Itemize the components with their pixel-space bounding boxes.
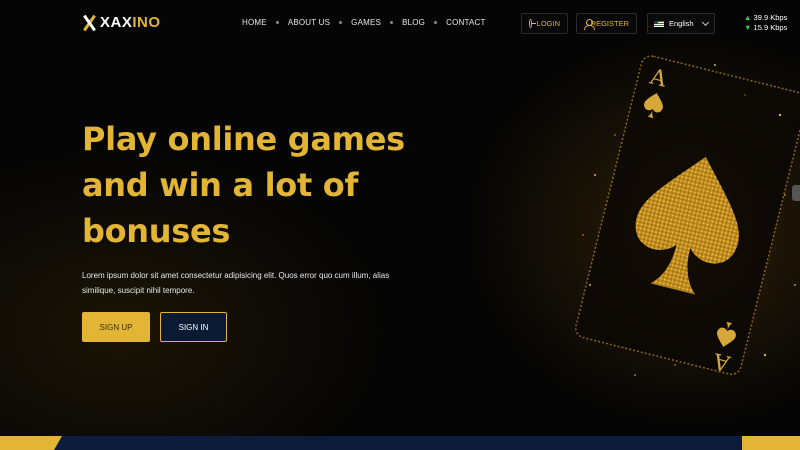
site-logo[interactable]: XAXINO	[82, 14, 161, 31]
network-speed-widget: ▲ 39.9 Kbps ▼ 15.9 Kbps	[744, 13, 787, 33]
upload-speed-value: 39.9 Kbps	[753, 13, 788, 22]
nav-item-home[interactable]: HOME	[242, 18, 267, 27]
download-speed-value: 15.9 Kbps	[753, 23, 788, 32]
logo-text-white: XAX	[100, 14, 133, 31]
nav-separator-dot	[434, 21, 438, 24]
nav-item-about-us[interactable]: ABOUT US	[288, 18, 330, 27]
band-left-gold	[0, 436, 62, 450]
band-center-navy	[54, 436, 750, 450]
language-select[interactable]: English	[647, 13, 715, 34]
sign-in-button[interactable]: SIGN IN	[160, 312, 227, 342]
upload-speed: ▲ 39.9 Kbps	[744, 13, 787, 23]
language-selected: English	[669, 19, 694, 28]
nav-item-games[interactable]: GAMES	[351, 18, 381, 27]
site-header: XAXINO HOME ABOUT US GAMES BLOG CONTACT …	[0, 0, 800, 48]
logo-x-icon	[82, 15, 96, 31]
logo-text: XAXINO	[100, 14, 161, 31]
bottom-section-band	[0, 436, 800, 450]
login-label: LOGIN	[536, 19, 560, 28]
logo-text-gold: INO	[132, 14, 161, 31]
login-button[interactable]: LOGIN	[521, 13, 568, 34]
band-right-gold	[742, 436, 800, 450]
upload-arrow-icon: ▲	[744, 13, 752, 22]
nav-item-blog[interactable]: BLOG	[402, 18, 425, 27]
download-arrow-icon: ▼	[744, 23, 752, 32]
login-icon	[529, 19, 536, 28]
sign-up-button[interactable]: SIGN UP	[82, 312, 150, 342]
download-speed: ▼ 15.9 Kbps	[744, 23, 787, 33]
main-nav: HOME ABOUT US GAMES BLOG CONTACT	[242, 18, 486, 27]
hero-lead-text: Lorem ipsum dolor sit amet consectetur a…	[82, 271, 390, 295]
user-add-icon	[584, 18, 594, 30]
chevron-down-icon	[701, 18, 710, 26]
register-label: REGISTER	[590, 19, 629, 28]
side-scroll-tab[interactable]	[792, 185, 800, 201]
nav-separator-dot	[275, 21, 279, 24]
us-flag-icon	[654, 20, 664, 27]
nav-separator-dot	[339, 21, 343, 24]
ace-of-spades-card-art: A A	[575, 55, 800, 376]
nav-item-contact[interactable]: CONTACT	[446, 18, 485, 27]
register-button[interactable]: REGISTER	[576, 13, 637, 34]
hero-headline: Play online games and win a lot of bonus…	[82, 120, 405, 250]
nav-separator-dot	[390, 21, 394, 24]
